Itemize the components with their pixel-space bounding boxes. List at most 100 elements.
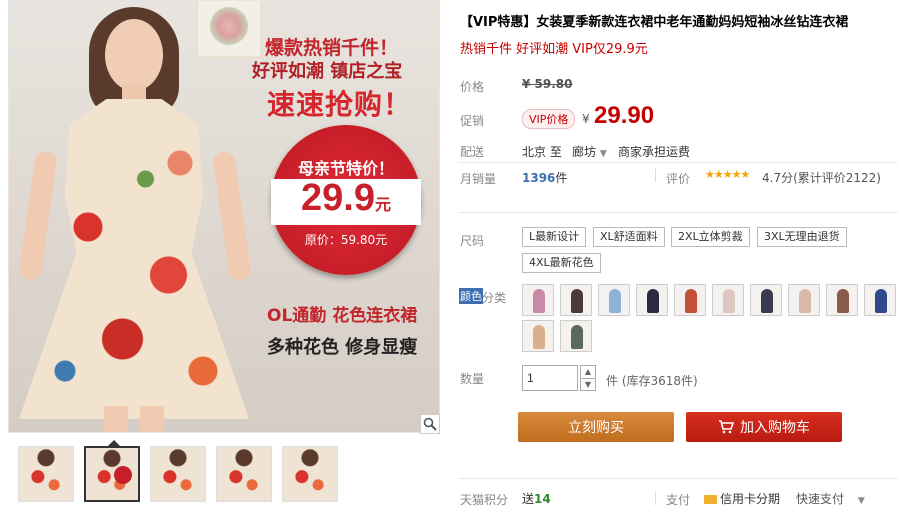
color-swatch[interactable] (522, 320, 554, 352)
footer-divider (655, 491, 656, 505)
color-swatch[interactable] (864, 284, 896, 316)
circle-price-unit: 元 (374, 197, 391, 214)
chevron-down-icon: ▼ (599, 149, 607, 159)
sales-value: 1396 (522, 171, 556, 185)
size-option-2xl[interactable]: 2XL立体剪裁 (671, 227, 750, 247)
circle-title: 母亲节特价！ (297, 159, 394, 178)
size-option-4xl[interactable]: 4XL最新花色 (522, 253, 601, 273)
size-label: 尺码 (460, 234, 485, 248)
points-value: 送14 (522, 490, 551, 507)
thumbnail-4[interactable] (216, 446, 272, 502)
thumbnail-price-badge (114, 466, 132, 484)
model-arm-left (18, 150, 58, 282)
product-title: 【VIP特惠】女装夏季新款连衣裙中老年通勤妈妈短袖冰丝钻连衣裙 (460, 15, 849, 30)
cart-icon (719, 420, 734, 434)
price-label: 价格 (460, 80, 485, 94)
swatch-dress-figure (647, 289, 659, 313)
floral-dress (19, 99, 249, 419)
promo-tagline-2: 多种花色 修身显瘦 (267, 337, 418, 358)
wall-frame-decoration (195, 1, 263, 59)
swatch-dress-figure (571, 325, 583, 349)
product-subtitle: 热销千件 好评如潮 VIP仅29.9元 (460, 42, 648, 57)
points-number: 14 (534, 492, 551, 506)
color-swatch[interactable] (560, 284, 592, 316)
points-label: 天猫积分 (460, 493, 509, 507)
magnifier-icon[interactable] (420, 414, 440, 434)
chevron-up-icon[interactable]: ▲ (581, 366, 595, 379)
color-label: 分类 (482, 291, 507, 305)
divider (458, 212, 898, 213)
size-option-xl[interactable]: XL舒适面料 (593, 227, 665, 247)
credit-card-label: 信用卡分期 (720, 492, 781, 506)
color-swatch[interactable] (674, 284, 706, 316)
product-main-image[interactable]: 爆款热销千件！ 好评如潮 镇店之宝 速速抢购！ 母亲节特价！ 29.9元 原价：… (8, 0, 440, 433)
add-to-cart-label: 加入购物车 (740, 420, 810, 436)
sales-unit: 件 (555, 171, 568, 185)
shipping-carrier: 商家承担运费 (618, 145, 691, 159)
swatch-dress-figure (723, 289, 735, 313)
thumbnail-3[interactable] (150, 446, 206, 502)
color-label-highlight: 颜色 (459, 288, 483, 304)
color-swatch[interactable] (826, 284, 858, 316)
model-arm-right (212, 150, 252, 282)
swatch-dress-figure (875, 289, 887, 313)
promo-price: 29.90 (594, 102, 655, 129)
size-option-l[interactable]: L最新设计 (522, 227, 587, 247)
circle-original-price: 原价：59.80元 (304, 233, 388, 247)
thumbnail-strip (18, 440, 338, 502)
swatch-dress-figure (533, 289, 545, 313)
credit-card-installment[interactable]: 信用卡分期 (704, 490, 780, 507)
sales-label: 月销量 (460, 172, 497, 186)
swatch-dress-figure (609, 289, 621, 313)
chevron-down-icon[interactable]: ▼ (581, 379, 595, 391)
add-to-cart-button[interactable]: 加入购物车 (686, 412, 842, 442)
swatch-dress-figure (761, 289, 773, 313)
quantity-label: 数量 (460, 372, 485, 386)
color-swatch[interactable] (522, 284, 554, 316)
circle-price: 29.9元 (271, 177, 421, 220)
buy-now-button[interactable]: 立刻购买 (518, 412, 674, 442)
quantity-stepper[interactable]: ▲ ▼ (580, 365, 596, 391)
shipping-destination-text: 廊坊 (572, 145, 597, 159)
shipping-destination[interactable]: 廊坊 ▼ (572, 143, 607, 160)
swatch-dress-figure (571, 289, 583, 313)
chevron-down-icon: ▼ (857, 496, 865, 506)
quick-pay-label: 快速支付 (796, 492, 845, 506)
color-swatch[interactable] (636, 284, 668, 316)
color-swatch[interactable] (598, 284, 630, 316)
circle-price-value: 29.9 (301, 177, 375, 219)
pay-label: 支付 (666, 493, 691, 507)
color-swatch[interactable] (750, 284, 782, 316)
swatch-dress-figure (799, 289, 811, 313)
color-swatch[interactable] (788, 284, 820, 316)
thumbnail-1[interactable] (18, 446, 74, 502)
model-face (105, 19, 163, 91)
promo-tagline-1: OL通勤 花色连衣裙 (267, 306, 418, 326)
vip-price-tag: VIP价格 (522, 109, 576, 129)
promo-price-circle: 母亲节特价！ 29.9元 原价：59.80元 (271, 125, 421, 275)
thumbnail-2[interactable] (84, 440, 140, 502)
stats-divider (655, 168, 656, 182)
star-rating-icon: ★★★★★ (705, 168, 750, 181)
promo-headline-2: 好评如潮 镇店之宝 (252, 61, 403, 82)
currency-symbol: ¥ (582, 112, 590, 126)
stock-info: 件 (库存3618件) (606, 374, 698, 388)
promo-headline-1: 爆款热销千件！ (265, 37, 399, 59)
rating-summary[interactable]: 4.7分(累计评价2122) (762, 169, 881, 186)
divider (458, 478, 898, 479)
size-option-3xl[interactable]: 3XL无理由退货 (757, 227, 847, 247)
promo-headline-3: 速速抢购！ (267, 88, 413, 121)
color-swatch[interactable] (560, 320, 592, 352)
sales-count: 1396件 (522, 169, 567, 186)
quick-pay[interactable]: 快速支付 ▼ (796, 490, 865, 507)
original-price: ¥ 59.80 (522, 77, 573, 91)
promo-label: 促销 (460, 114, 485, 128)
swatch-dress-figure (837, 289, 849, 313)
color-swatch[interactable] (712, 284, 744, 316)
shipping-label: 配送 (460, 145, 485, 159)
shipping-from: 北京 至 (522, 145, 562, 159)
quantity-input[interactable] (522, 365, 578, 391)
rating-label: 评价 (666, 172, 691, 186)
thumbnail-5[interactable] (282, 446, 338, 502)
divider (458, 162, 898, 163)
